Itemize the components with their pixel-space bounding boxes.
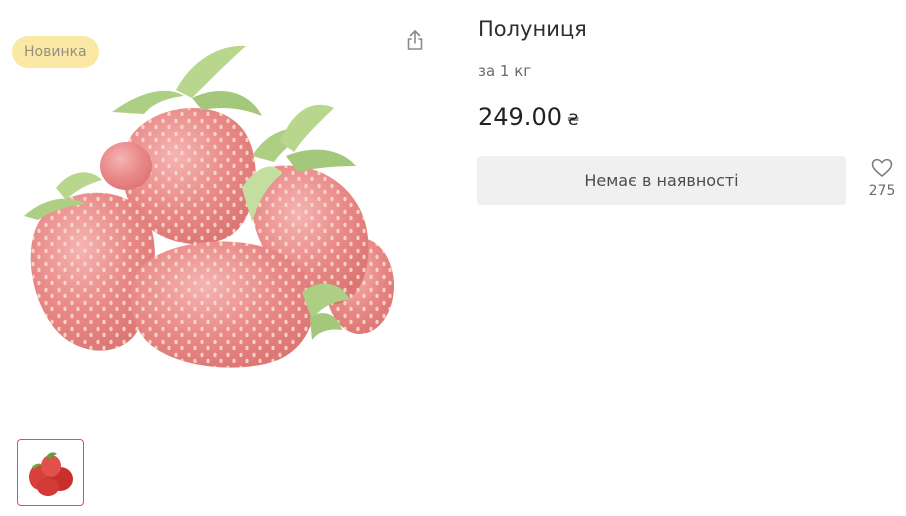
share-button[interactable] [402, 27, 428, 53]
product-price: 249.00 ₴ [478, 103, 579, 131]
product-image [16, 38, 402, 372]
heart-icon [871, 158, 893, 177]
product-thumbnail[interactable] [17, 439, 84, 506]
favorites-count: 275 [868, 183, 896, 199]
strawberries-thumbnail-image [28, 451, 73, 496]
product-title: Полуниця [478, 17, 587, 41]
favorite-button[interactable]: 275 [864, 158, 900, 199]
product-unit: за 1 кг [478, 62, 532, 80]
currency-symbol: ₴ [566, 110, 580, 129]
price-value: 249.00 [478, 103, 562, 131]
share-icon [407, 30, 423, 50]
strawberries-image [24, 45, 394, 368]
out-of-stock-button[interactable]: Немає в наявності [477, 156, 846, 205]
